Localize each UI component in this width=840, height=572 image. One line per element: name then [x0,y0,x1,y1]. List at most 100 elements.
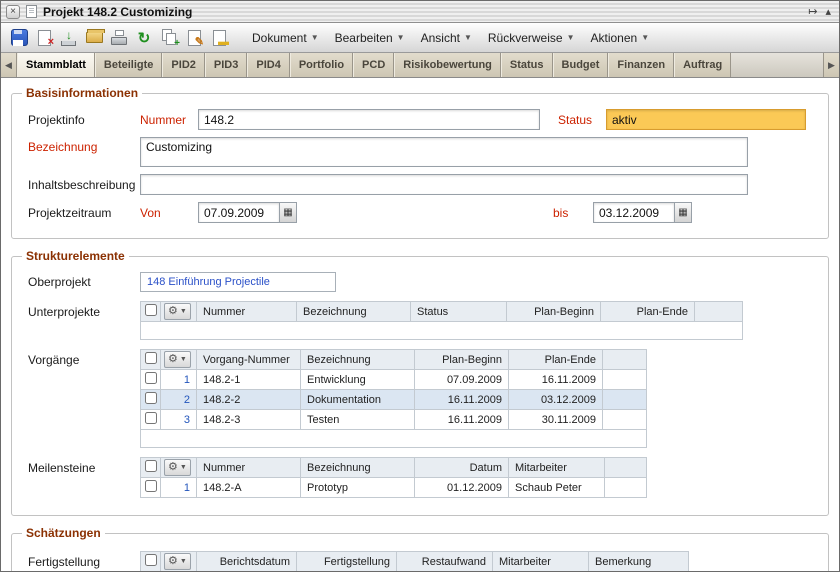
column-header: Bezeichnung [301,350,415,370]
cell-mitarbeiter: Schaub Peter [509,478,605,498]
vorgaenge-row: Vorgänge ⚙▼ Vorgang-Nummer Bezeichnung P… [28,349,820,448]
arrow-right-icon: ▶ [828,60,835,71]
bis-date-input[interactable] [593,202,675,223]
tab-pid2[interactable]: PID2 [162,53,204,77]
actions-gear-button[interactable]: ⚙▼ [164,553,191,570]
column-header: Bezeichnung [301,458,415,478]
import-icon: ↓ [59,28,79,42]
cell-bezeichnung: Prototyp [301,478,415,498]
detach-window-icon[interactable]: ↦ [808,5,817,18]
von-calendar-button[interactable]: ▦ [280,202,297,223]
cell-bezeichnung: Entwicklung [301,370,415,390]
column-header: Plan-Ende [509,350,603,370]
schaetzungen-section: Schätzungen Fertigstellung ⚙▼ Berichtsda… [11,526,829,571]
meilensteine-table: ⚙▼ Nummer Bezeichnung Datum Mitarbeiter … [140,457,647,498]
menu-rueckverweise[interactable]: Rückverweise▼ [480,28,583,48]
bezeichnung-row: Bezeichnung Customizing [28,137,820,167]
column-header: Nummer [197,458,301,478]
actions-gear-button[interactable]: ⚙▼ [164,459,191,476]
cell-nummer: 148.2-A [197,478,301,498]
tab-scroll-left-button[interactable]: ◀ [1,53,17,77]
close-window-button[interactable]: × [6,5,20,19]
chevron-down-icon: ▼ [464,33,472,42]
column-header-filler [605,458,647,478]
column-header-filler [603,350,647,370]
chevron-down-icon: ▼ [397,33,405,42]
gear-icon: ⚙ [168,462,178,473]
table-row: 2 148.2-2 Dokumentation 16.11.2009 03.12… [141,390,647,410]
actions-gear-button[interactable]: ⚙▼ [164,351,191,368]
print-button[interactable] [109,28,129,48]
row-index-link[interactable]: 2 [184,394,190,406]
vorgaenge-label: Vorgänge [28,349,140,367]
column-header: Mitarbeiter [509,458,605,478]
tab-portfolio[interactable]: Portfolio [290,53,353,77]
bezeichnung-input[interactable]: Customizing [140,137,748,167]
delete-document-button[interactable]: × [34,28,54,48]
tab-scroll-right-button[interactable]: ▶ [823,53,839,77]
header-row: ⚙▼ Vorgang-Nummer Bezeichnung Plan-Begin… [141,350,647,370]
shade-window-icon[interactable]: ▴ [825,5,831,18]
von-date-input[interactable] [198,202,280,223]
cell-plan-ende: 03.12.2009 [509,390,603,410]
row-index-link[interactable]: 1 [184,374,190,386]
tab-status[interactable]: Status [501,53,553,77]
note-button[interactable]: ▬ [209,28,229,48]
empty-row [141,322,743,340]
bis-label: bis [553,206,593,220]
select-all-checkbox[interactable] [145,460,157,472]
tab-risikobewertung[interactable]: Risikobewertung [394,53,501,77]
status-input[interactable] [606,109,806,130]
menu-ansicht[interactable]: Ansicht▼ [413,28,480,48]
oberprojekt-link[interactable]: 148 Einführung Projectile [147,276,270,288]
edit-button[interactable]: ✎ [184,28,204,48]
header-row: ⚙▼ Nummer Bezeichnung Datum Mitarbeiter [141,458,647,478]
tab-pid4[interactable]: PID4 [247,53,289,77]
cell-nummer: 148.2-1 [197,370,301,390]
section-legend: Basisinformationen [22,86,142,100]
bezeichnung-label: Bezeichnung [28,137,140,154]
copy-button[interactable]: + [159,28,179,48]
save-button[interactable] [9,28,29,48]
row-index-link[interactable]: 1 [184,482,190,494]
nummer-input[interactable] [198,109,540,130]
menu-bearbeiten[interactable]: Bearbeiten▼ [327,28,413,48]
cell-nummer: 148.2-2 [197,390,301,410]
column-header: Nummer [197,302,297,322]
column-header: Restaufwand [397,552,493,572]
actions-gear-button[interactable]: ⚙▼ [164,303,191,320]
menu-dokument[interactable]: Dokument▼ [244,28,327,48]
refresh-button[interactable]: ↻ [134,28,154,48]
tab-pcd[interactable]: PCD [353,53,394,77]
row-checkbox[interactable] [145,372,157,384]
chevron-down-icon: ▼ [180,356,187,363]
import-button[interactable]: ↓ [59,28,79,48]
open-folder-button[interactable] [84,28,104,48]
tab-pid3[interactable]: PID3 [205,53,247,77]
row-checkbox[interactable] [145,392,157,404]
row-index-link[interactable]: 3 [184,414,190,426]
row-checkbox[interactable] [145,412,157,424]
tab-auftrag[interactable]: Auftrag [674,53,731,77]
column-header: Mitarbeiter [493,552,589,572]
projektinfo-row: Projektinfo Nummer Status [28,109,820,130]
select-all-checkbox[interactable] [145,304,157,316]
select-all-checkbox[interactable] [145,554,157,566]
tab-finanzen[interactable]: Finanzen [608,53,674,77]
tab-budget[interactable]: Budget [553,53,609,77]
unterprojekte-row: Unterprojekte ⚙▼ Nummer Bezeichnung Stat… [28,301,820,340]
cell-nummer: 148.2-3 [197,410,301,430]
column-header: Fertigstellung [297,552,397,572]
inhaltsbeschreibung-input[interactable] [140,174,748,195]
select-all-checkbox[interactable] [145,352,157,364]
tab-beteiligte[interactable]: Beteiligte [95,53,163,77]
column-header: Bezeichnung [297,302,411,322]
tab-stammblatt[interactable]: Stammblatt [17,53,95,77]
document-icon [26,5,37,18]
von-date-group: ▦ [198,202,297,223]
chevron-down-icon: ▼ [311,33,319,42]
menu-aktionen[interactable]: Aktionen▼ [583,28,658,48]
cell-filler [603,370,647,390]
bis-calendar-button[interactable]: ▦ [675,202,692,223]
row-checkbox[interactable] [145,480,157,492]
